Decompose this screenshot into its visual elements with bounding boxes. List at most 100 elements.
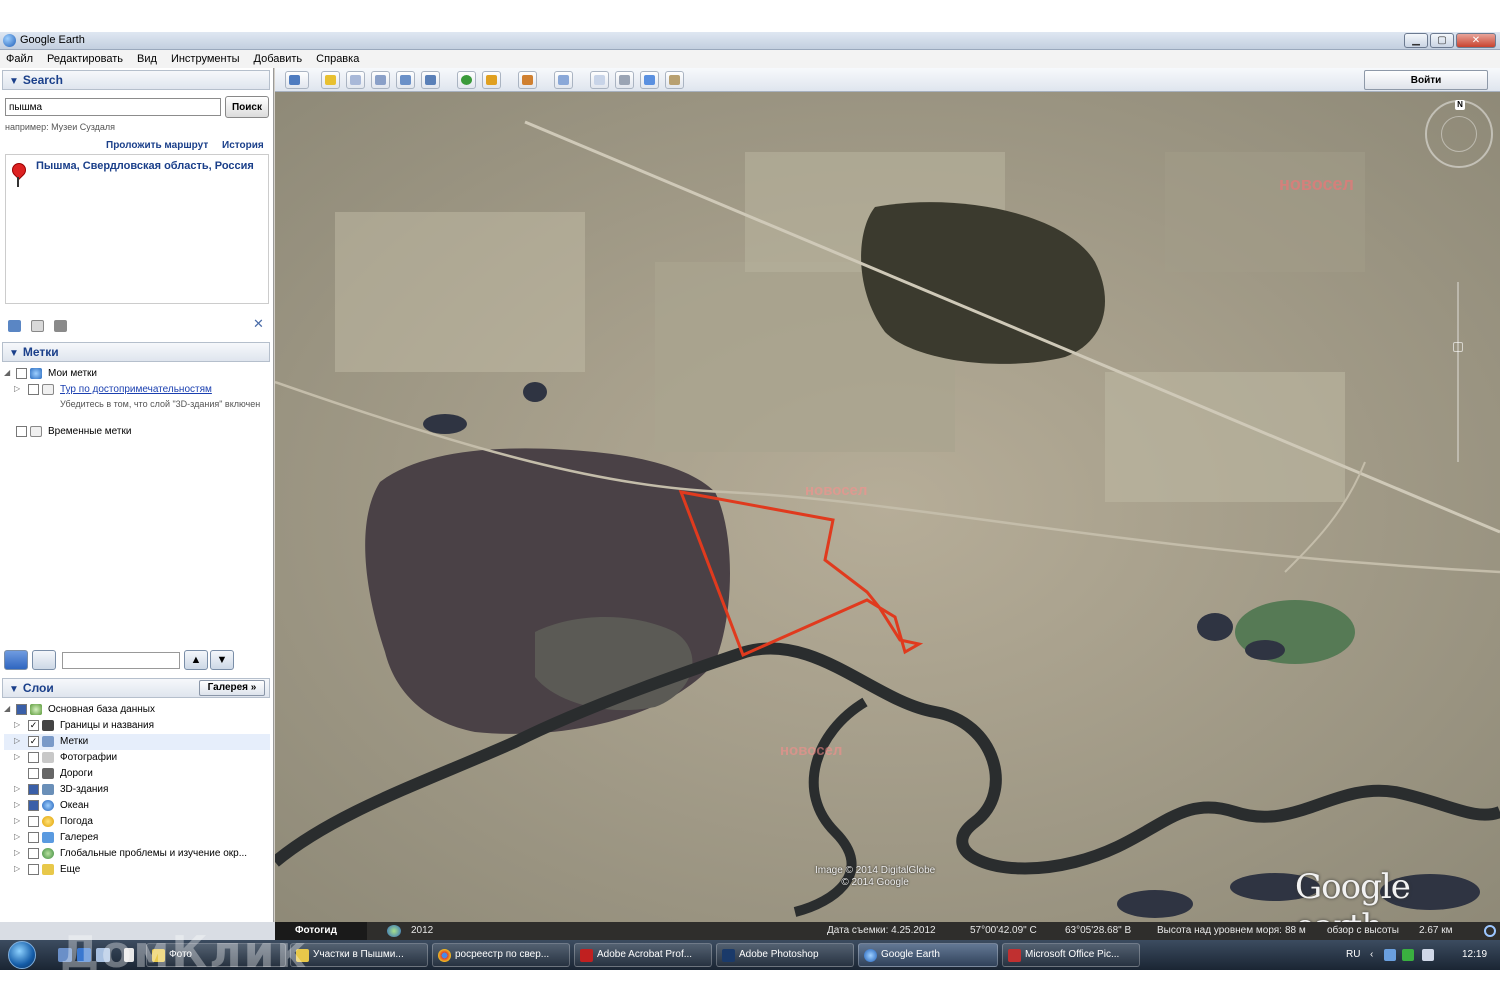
expand-arrow-icon[interactable]: ▷ [14, 864, 20, 873]
tree-row-my-places[interactable]: ◢ Мои метки [4, 366, 270, 382]
zoom-slider[interactable] [1453, 282, 1463, 462]
history-link[interactable]: История [222, 140, 264, 151]
image-overlay-button[interactable] [396, 71, 415, 89]
task-acrobat[interactable]: Adobe Acrobat Prof... [574, 943, 712, 967]
menu-file[interactable]: Файл [6, 53, 33, 65]
task-google-earth[interactable]: Google Earth [858, 943, 998, 967]
layer-roads[interactable]: Дороги [4, 766, 270, 782]
compass-ring[interactable] [1441, 116, 1477, 152]
add-placemark-button[interactable] [321, 71, 340, 89]
map-view[interactable]: новосел новосел новосел N Image © 2014 D… [275, 92, 1500, 922]
expand-arrow-icon[interactable]: ▷ [14, 816, 20, 825]
navigation-compass[interactable]: N [1425, 100, 1493, 168]
antivirus-icon[interactable] [1402, 949, 1414, 961]
satellite-imagery[interactable] [275, 92, 1500, 922]
add-polygon-button[interactable] [346, 71, 365, 89]
sign-in-button[interactable]: Войти [1364, 70, 1488, 90]
temp-places-checkbox[interactable] [16, 426, 27, 437]
layer-checkbox[interactable] [28, 832, 39, 843]
expand-arrow-icon[interactable]: ▷ [14, 832, 20, 841]
menu-view[interactable]: Вид [137, 53, 157, 65]
layers-filter-input[interactable] [62, 652, 180, 669]
menu-edit[interactable]: Редактировать [47, 53, 123, 65]
expand-arrow-icon[interactable]: ◢ [4, 704, 10, 713]
email-button[interactable] [590, 71, 609, 89]
expand-arrow-icon[interactable]: ▷ [14, 800, 20, 809]
language-indicator[interactable]: RU [1346, 949, 1360, 960]
layer-borders[interactable]: ▷ ✓ Границы и названия [4, 718, 270, 734]
expand-arrow-icon[interactable]: ▷ [14, 784, 20, 793]
expand-arrow-icon[interactable]: ▷ [14, 848, 20, 857]
layer-gallery[interactable]: ▷ Галерея [4, 830, 270, 846]
directions-link[interactable]: Проложить маршрут [106, 140, 208, 151]
ruler-button[interactable] [554, 71, 573, 89]
add-path-button[interactable] [371, 71, 390, 89]
expand-arrow-icon[interactable]: ◢ [4, 368, 10, 377]
layer-primary-database[interactable]: ◢ Основная база данных [4, 702, 270, 718]
panel-toggle-icon[interactable] [32, 650, 56, 670]
volume-icon[interactable] [1422, 949, 1434, 961]
sunlight-button[interactable] [482, 71, 501, 89]
layer-photos[interactable]: ▷ Фотографии [4, 750, 270, 766]
layer-checkbox[interactable] [28, 752, 39, 763]
layer-global-awareness[interactable]: ▷ Глобальные проблемы и изучение окр... [4, 846, 270, 862]
expand-arrow-icon[interactable]: ▷ [14, 752, 20, 761]
maps-button[interactable] [640, 71, 659, 89]
task-photoshop[interactable]: Adobe Photoshop [716, 943, 854, 967]
copy-icon[interactable] [31, 320, 44, 332]
places-panel-header[interactable]: ▼ Метки [2, 342, 270, 362]
gallery-button[interactable]: Галерея » [199, 680, 265, 696]
maximize-button[interactable]: ▢ [1430, 33, 1454, 48]
planets-button[interactable] [518, 71, 537, 89]
historical-imagery-icon[interactable] [387, 925, 401, 937]
minimize-button[interactable]: ▁ [1404, 33, 1428, 48]
layer-checkbox[interactable] [28, 816, 39, 827]
search-layers-icon[interactable] [4, 650, 28, 670]
task-office-picture[interactable]: Microsoft Office Pic... [1002, 943, 1140, 967]
layer-3d-buildings[interactable]: ▷ 3D-здания [4, 782, 270, 798]
print-icon[interactable] [54, 320, 67, 332]
layer-checkbox[interactable] [28, 768, 39, 779]
layer-checkbox[interactable] [28, 864, 39, 875]
search-input[interactable] [5, 98, 221, 116]
add-folder-icon[interactable] [8, 320, 21, 332]
layer-checkbox[interactable] [16, 704, 27, 715]
network-icon[interactable] [1384, 949, 1396, 961]
layer-checkbox[interactable] [28, 784, 39, 795]
my-places-checkbox[interactable] [16, 368, 27, 379]
clock[interactable]: 12:19 [1462, 949, 1487, 960]
layer-checkbox[interactable]: ✓ [28, 720, 39, 731]
expand-arrow-icon[interactable]: ▷ [14, 384, 20, 393]
save-image-button[interactable] [665, 71, 684, 89]
print-button[interactable] [615, 71, 634, 89]
clear-results-icon[interactable]: ✕ [253, 316, 264, 332]
start-button-icon[interactable] [8, 941, 36, 969]
expand-arrow-icon[interactable]: ▷ [14, 720, 20, 729]
menu-add[interactable]: Добавить [254, 53, 303, 65]
zoom-knob[interactable] [1453, 342, 1463, 352]
compass-north-label[interactable]: N [1455, 100, 1465, 110]
layer-places[interactable]: ▷ ✓ Метки [4, 734, 270, 750]
arrow-down-icon[interactable]: ▼ [210, 650, 234, 670]
search-result-item[interactable]: Пышма, Свердловская область, Россия [36, 161, 266, 172]
search-button[interactable]: Поиск [225, 96, 269, 118]
layers-panel-header[interactable]: ▼ Слои Галерея » [2, 678, 270, 698]
task-plots[interactable]: Участки в Пышми... [290, 943, 428, 967]
tour-checkbox[interactable] [28, 384, 39, 395]
menu-help[interactable]: Справка [316, 53, 359, 65]
arrow-up-icon[interactable]: ▲ [184, 650, 208, 670]
layer-weather[interactable]: ▷ Погода [4, 814, 270, 830]
close-button[interactable]: ✕ [1456, 33, 1496, 48]
layer-more[interactable]: ▷ Еще [4, 862, 270, 878]
tree-row-temp-places[interactable]: Временные метки [4, 424, 270, 440]
sidebar-toggle-button[interactable] [285, 71, 309, 89]
tree-row-tour[interactable]: ▷ Тур по достопримечательностям [4, 382, 270, 398]
layer-checkbox[interactable] [28, 848, 39, 859]
layer-checkbox[interactable] [28, 800, 39, 811]
tour-link[interactable]: Тур по достопримечательностям [60, 384, 212, 395]
tray-expand-icon[interactable]: ‹ [1370, 949, 1373, 960]
search-panel-header[interactable]: ▼ Search [2, 70, 270, 90]
menu-tools[interactable]: Инструменты [171, 53, 240, 65]
expand-arrow-icon[interactable]: ▷ [14, 736, 20, 745]
record-tour-button[interactable] [421, 71, 440, 89]
